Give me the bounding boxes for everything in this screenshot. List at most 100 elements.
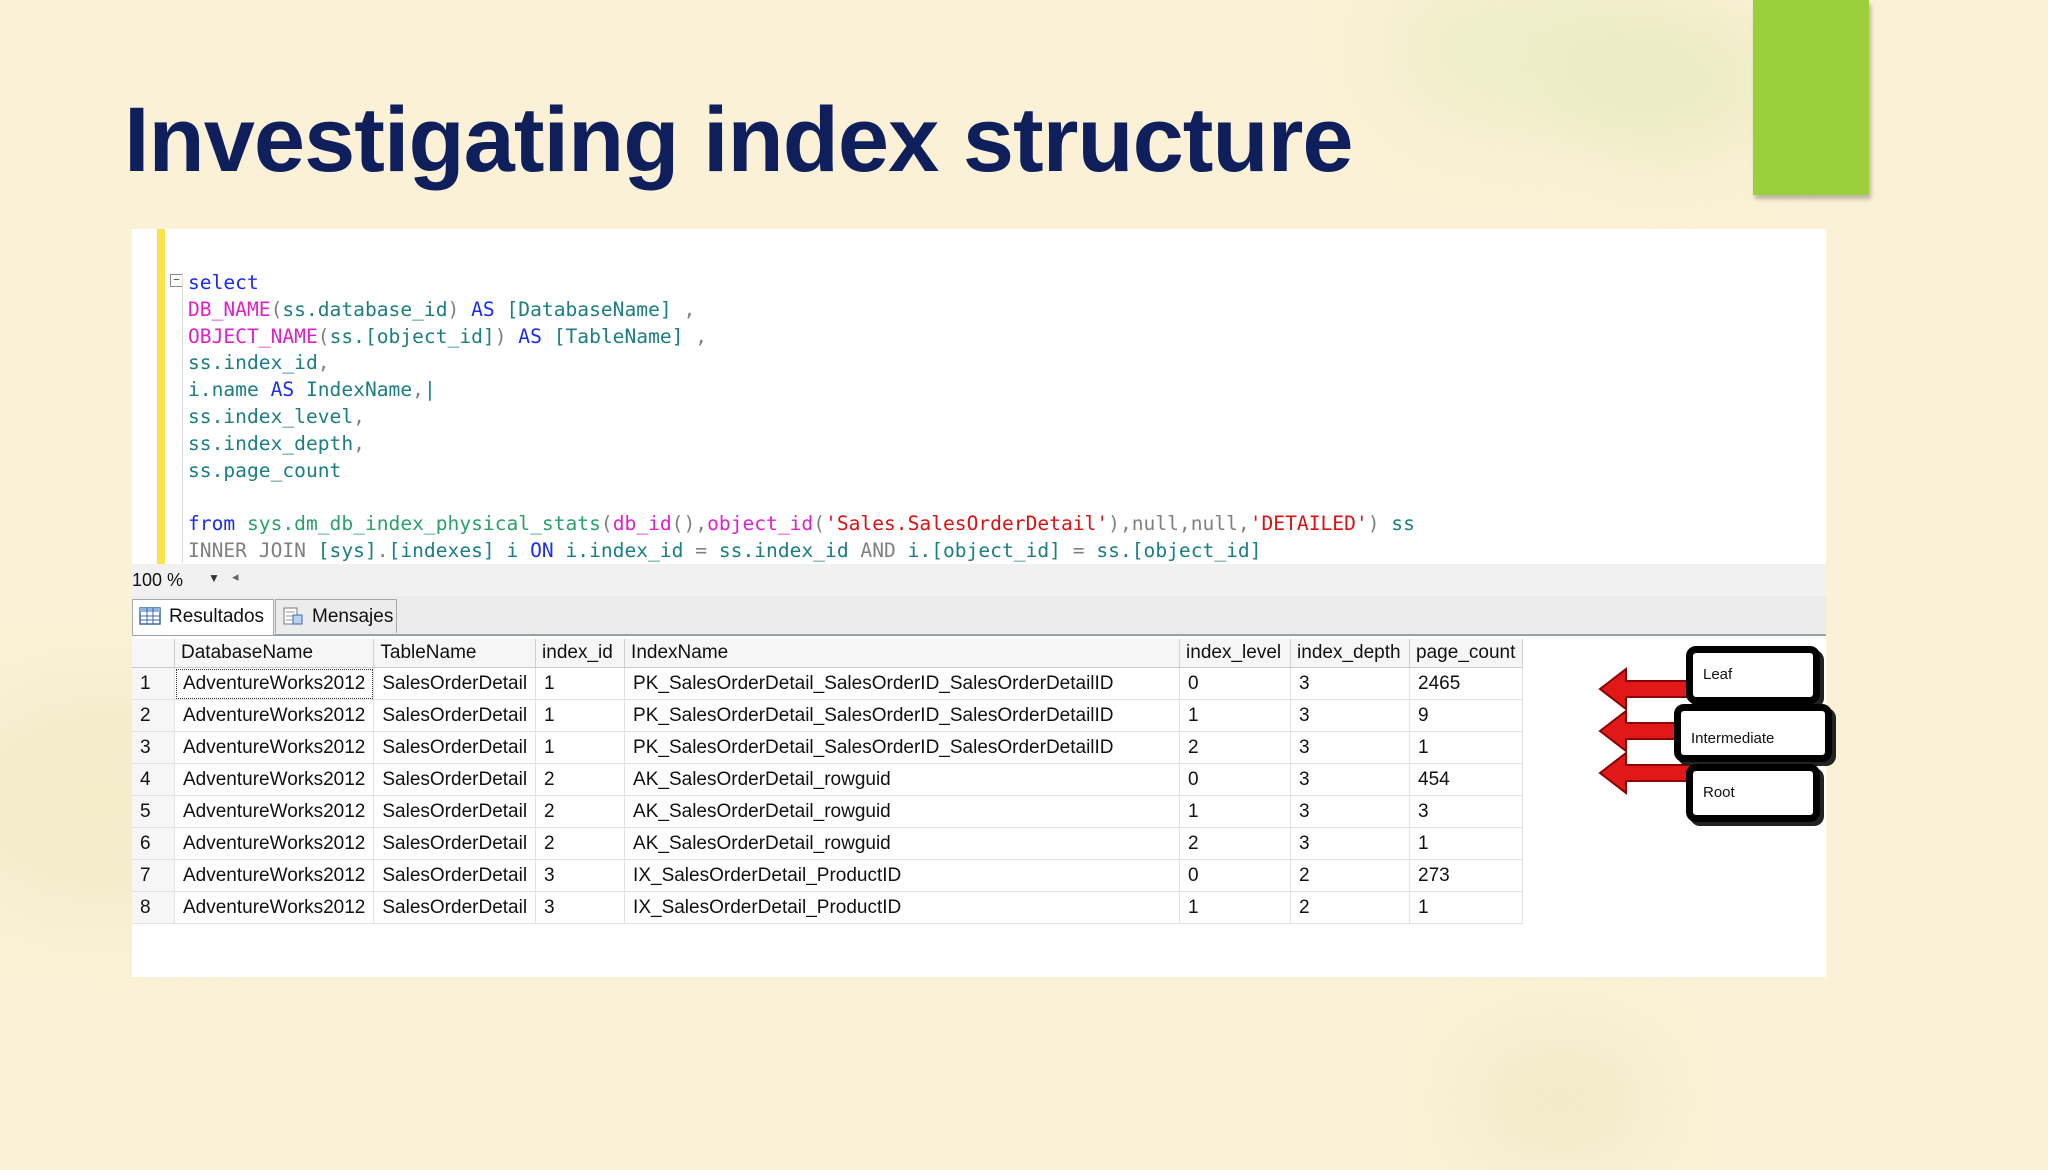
tab-results[interactable]: Resultados	[132, 599, 274, 635]
zoom-level[interactable]: 100 %	[132, 570, 183, 591]
table-cell[interactable]: 3	[1409, 795, 1524, 828]
table-cell[interactable]: AdventureWorks2012	[174, 731, 375, 764]
code-line[interactable]: ss.index_depth,	[188, 431, 1415, 458]
table-cell[interactable]: AdventureWorks2012	[174, 667, 375, 700]
table-cell[interactable]: SalesOrderDetail	[373, 859, 537, 892]
table-cell[interactable]: AK_SalesOrderDetail_rowguid	[624, 827, 1181, 860]
table-cell[interactable]: AdventureWorks2012	[174, 891, 375, 924]
sql-code[interactable]: select DB_NAME(ss.database_id) AS [Databa…	[188, 270, 1415, 565]
code-line[interactable]: ss.index_id,	[188, 350, 1415, 377]
table-cell[interactable]: 0	[1179, 763, 1292, 796]
column-header[interactable]: index_id	[535, 639, 626, 668]
table-cell[interactable]: 1	[1409, 731, 1524, 764]
table-cell[interactable]: 1	[1179, 699, 1292, 732]
table-cell[interactable]: 2	[1290, 891, 1411, 924]
table-cell[interactable]: 3	[535, 891, 626, 924]
code-line[interactable]: ss.page_count	[188, 458, 1415, 485]
column-header[interactable]: TableName	[373, 639, 537, 668]
table-cell[interactable]: AdventureWorks2012	[174, 795, 375, 828]
table-cell[interactable]: 2	[1179, 731, 1292, 764]
code-line[interactable]: i.name AS IndexName,|	[188, 377, 1415, 404]
table-row[interactable]: 5 AdventureWorks2012 SalesOrderDetail 2 AK_S…	[132, 795, 1524, 828]
row-number[interactable]: 5	[132, 795, 175, 828]
table-cell[interactable]: 0	[1179, 667, 1292, 700]
table-cell[interactable]: 2	[535, 795, 626, 828]
table-cell[interactable]: 0	[1179, 859, 1292, 892]
table-cell[interactable]: 1	[1409, 827, 1524, 860]
column-header[interactable]: IndexName	[624, 639, 1181, 668]
code-line[interactable]: select	[188, 270, 1415, 297]
column-header[interactable]: DatabaseName	[174, 639, 375, 668]
table-cell[interactable]: 454	[1409, 763, 1524, 796]
table-cell[interactable]: 9	[1409, 699, 1524, 732]
tab-messages[interactable]: Mensajes	[275, 599, 397, 633]
table-cell[interactable]: SalesOrderDetail	[373, 795, 537, 828]
table-cell[interactable]: 2	[1179, 827, 1292, 860]
table-row[interactable]: 8 AdventureWorks2012 SalesOrderDetail 3 IX_S…	[132, 891, 1524, 924]
table-cell[interactable]: IX_SalesOrderDetail_ProductID	[624, 891, 1181, 924]
table-cell[interactable]: 1	[535, 667, 626, 700]
table-row[interactable]: 3 AdventureWorks2012 SalesOrderDetail 1 PK_S…	[132, 731, 1524, 764]
row-number[interactable]: 3	[132, 731, 175, 764]
table-cell[interactable]: 3	[1290, 731, 1411, 764]
table-cell[interactable]: SalesOrderDetail	[373, 763, 537, 796]
table-cell[interactable]: PK_SalesOrderDetail_SalesOrderID_SalesOr…	[624, 699, 1181, 732]
table-cell[interactable]: SalesOrderDetail	[373, 699, 537, 732]
column-header[interactable]: page_count	[1409, 639, 1524, 668]
table-cell[interactable]: SalesOrderDetail	[373, 667, 537, 700]
table-cell[interactable]: AdventureWorks2012	[174, 859, 375, 892]
table-cell[interactable]: 2	[535, 763, 626, 796]
zoom-dropdown-icon[interactable]: ▼	[208, 571, 220, 585]
code-line[interactable]: ss.index_level,	[188, 404, 1415, 431]
table-cell[interactable]: AK_SalesOrderDetail_rowguid	[624, 795, 1181, 828]
table-cell[interactable]: AdventureWorks2012	[174, 763, 375, 796]
results-grid[interactable]: DatabaseName TableName index_id IndexName in…	[132, 639, 1524, 924]
table-cell[interactable]: AK_SalesOrderDetail_rowguid	[624, 763, 1181, 796]
table-cell[interactable]: 3	[535, 859, 626, 892]
table-cell[interactable]: AdventureWorks2012	[174, 827, 375, 860]
table-cell[interactable]: 1	[1179, 891, 1292, 924]
code-line[interactable]: DB_NAME(ss.database_id) AS [DatabaseName…	[188, 297, 1415, 324]
table-cell[interactable]: 1	[535, 699, 626, 732]
table-cell[interactable]: 3	[1290, 827, 1411, 860]
table-cell[interactable]: SalesOrderDetail	[373, 827, 537, 860]
row-number[interactable]: 1	[132, 667, 175, 700]
table-cell[interactable]: PK_SalesOrderDetail_SalesOrderID_SalesOr…	[624, 731, 1181, 764]
table-cell[interactable]: 1	[535, 731, 626, 764]
table-cell[interactable]: AdventureWorks2012	[174, 699, 375, 732]
code-line[interactable]	[188, 484, 1415, 511]
table-row[interactable]: 4 AdventureWorks2012 SalesOrderDetail 2 AK_S…	[132, 763, 1524, 796]
row-number[interactable]: 6	[132, 827, 175, 860]
row-number[interactable]: 7	[132, 859, 175, 892]
table-cell[interactable]: 3	[1290, 699, 1411, 732]
column-header[interactable]: index_level	[1179, 639, 1292, 668]
code-line[interactable]: from sys.dm_db_index_physical_stats(db_i…	[188, 511, 1415, 538]
column-header[interactable]	[132, 639, 175, 668]
table-cell[interactable]: PK_SalesOrderDetail_SalesOrderID_SalesOr…	[624, 667, 1181, 700]
table-cell[interactable]: SalesOrderDetail	[373, 891, 537, 924]
table-row[interactable]: 6 AdventureWorks2012 SalesOrderDetail 2 AK_S…	[132, 827, 1524, 860]
row-number[interactable]: 2	[132, 699, 175, 732]
table-row[interactable]: 1 AdventureWorks2012 SalesOrderDetail 1 PK_S…	[132, 667, 1524, 700]
table-cell[interactable]: 3	[1290, 795, 1411, 828]
table-cell[interactable]: 273	[1409, 859, 1524, 892]
scroll-left-icon[interactable]: ◂	[232, 569, 239, 585]
table-cell[interactable]: 3	[1290, 763, 1411, 796]
table-cell[interactable]: 3	[1290, 667, 1411, 700]
table-cell[interactable]: 1	[1409, 891, 1524, 924]
table-cell[interactable]: 2	[1290, 859, 1411, 892]
column-header[interactable]: index_depth	[1290, 639, 1411, 668]
table-cell[interactable]: 1	[1179, 795, 1292, 828]
table-cell[interactable]: SalesOrderDetail	[373, 731, 537, 764]
table-row[interactable]: 2 AdventureWorks2012 SalesOrderDetail 1 PK_S…	[132, 699, 1524, 732]
code-line[interactable]: INNER JOIN [sys].[indexes] i ON i.index_…	[188, 538, 1415, 565]
table-cell[interactable]: IX_SalesOrderDetail_ProductID	[624, 859, 1181, 892]
row-number[interactable]: 8	[132, 891, 175, 924]
code-line[interactable]: OBJECT_NAME(ss.[object_id]) AS [TableNam…	[188, 324, 1415, 351]
table-cell[interactable]: 2	[535, 827, 626, 860]
table-cell[interactable]: 2465	[1409, 667, 1524, 700]
code-token: OBJECT_NAME	[188, 324, 318, 348]
query-editor[interactable]: − select DB_NAME(ss.database_id) AS [Data…	[132, 229, 1826, 564]
row-number[interactable]: 4	[132, 763, 175, 796]
table-row[interactable]: 7 AdventureWorks2012 SalesOrderDetail 3 IX_S…	[132, 859, 1524, 892]
